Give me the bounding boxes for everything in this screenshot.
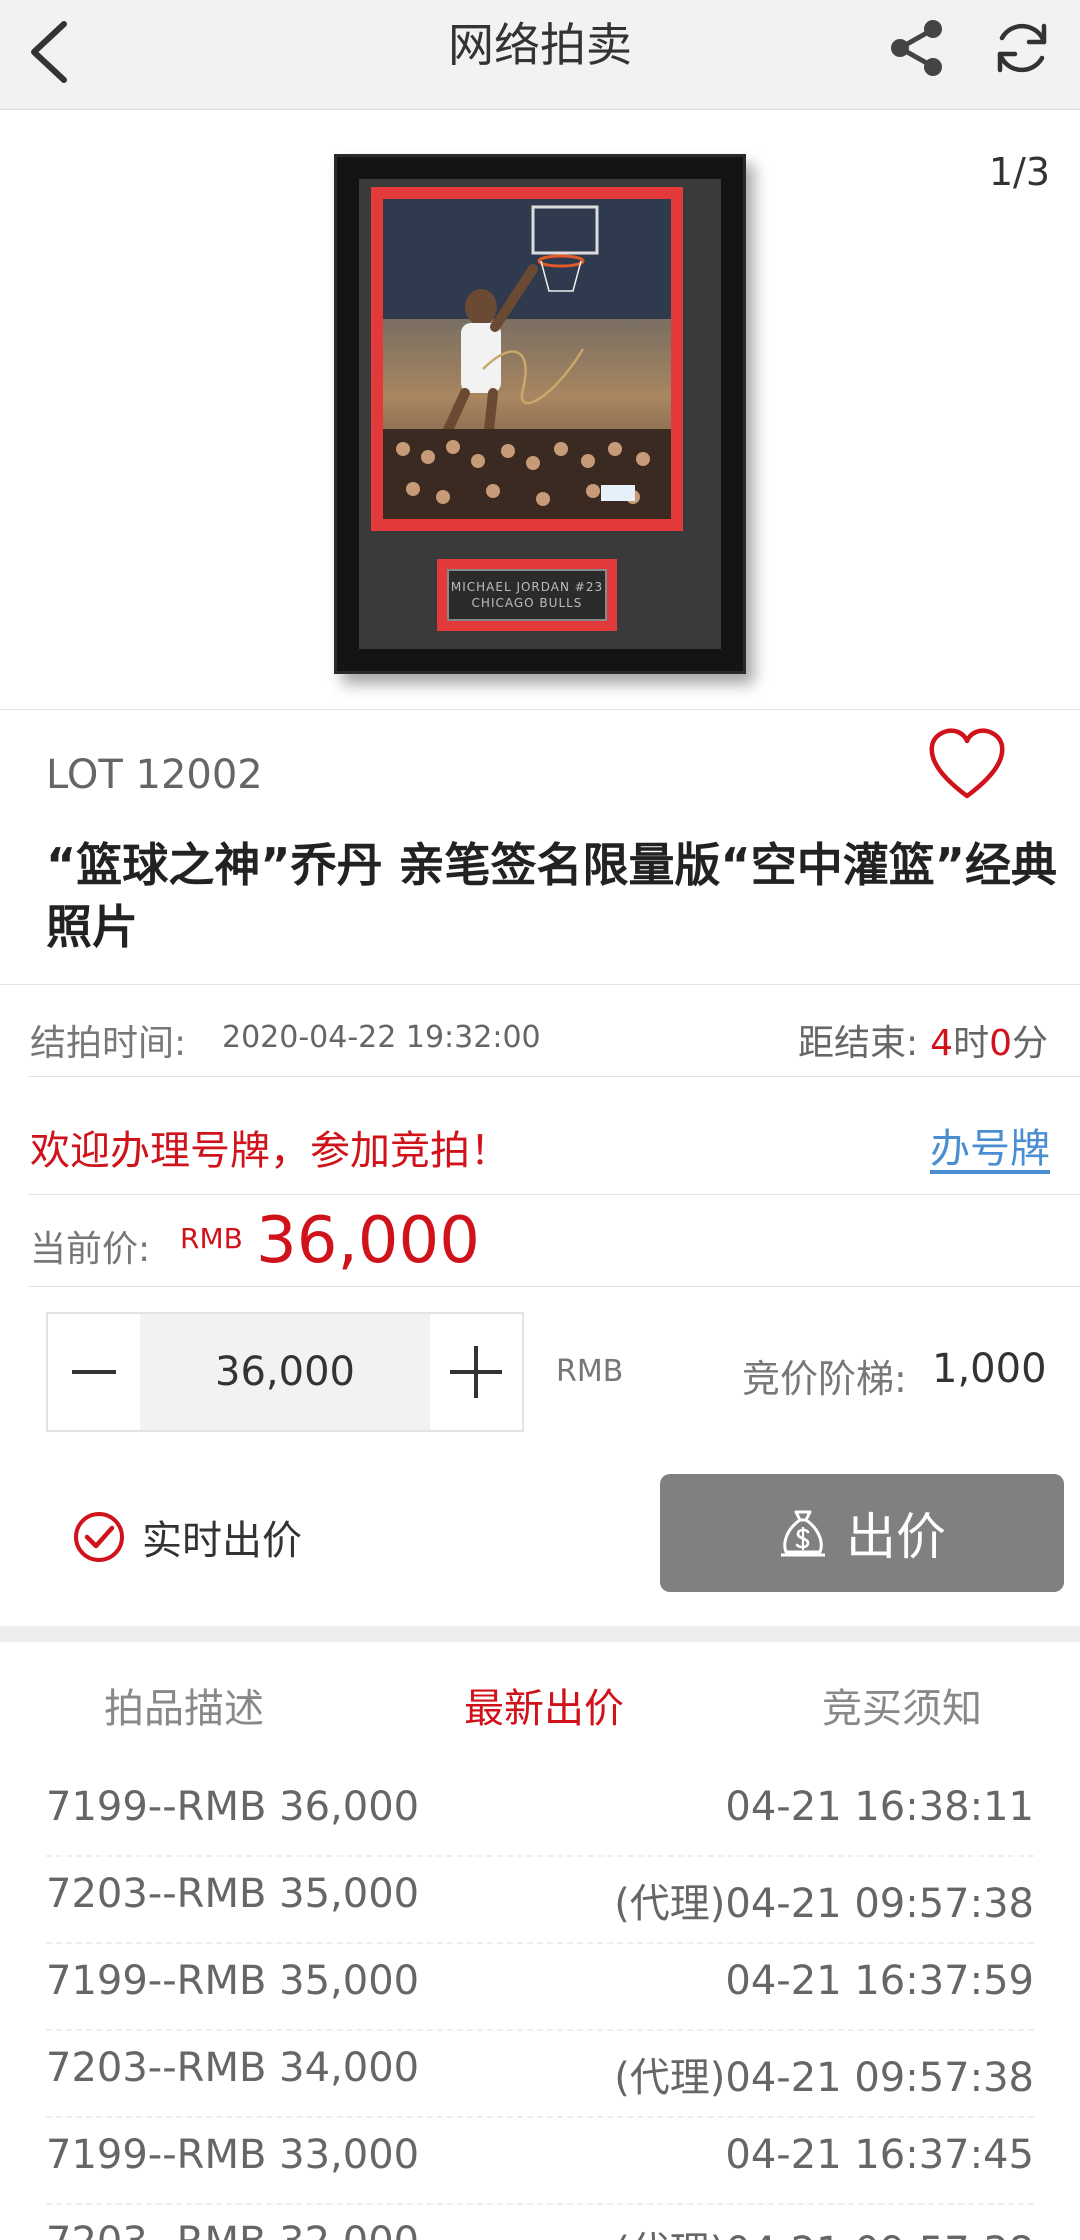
countdown-minutes-unit: 分	[1011, 1023, 1048, 1064]
share-button[interactable]	[880, 8, 954, 88]
bid-amount-stepper	[46, 1312, 524, 1432]
current-price-currency: RMB	[180, 1222, 243, 1255]
item-photo	[383, 199, 671, 519]
bid-row: 7203--RMB 35,000 (代理)04-21 09:57:38	[46, 1857, 1034, 1944]
bid-history-list: 7199--RMB 36,000 04-21 16:38:11 7203--RM…	[46, 1770, 1034, 2240]
bid-bidder-amount: 7203--RMB 35,000	[46, 1871, 420, 1917]
bid-row: 7199--RMB 35,000 04-21 16:37:59	[46, 1944, 1034, 2031]
bid-increment-value: 1,000	[932, 1346, 1047, 1392]
bid-row: 7199--RMB 36,000 04-21 16:38:11	[46, 1770, 1034, 1857]
divider	[28, 1076, 1080, 1077]
countdown-label: 距结束:	[798, 1023, 919, 1064]
bid-bidder-amount: 7199--RMB 33,000	[46, 2132, 420, 2178]
section-separator	[0, 1626, 1080, 1642]
tab-description[interactable]: 拍品描述	[4, 1676, 364, 1734]
heart-outline-icon	[929, 728, 1005, 799]
place-bid-button[interactable]: 出价	[660, 1474, 1064, 1592]
bid-bidder-amount: 7203--RMB 34,000	[46, 2045, 420, 2091]
bid-increment-label: 竞价阶梯:	[742, 1357, 907, 1401]
refresh-icon	[997, 23, 1047, 73]
realtime-bid-label: 实时出价	[142, 1518, 302, 1564]
decrease-bid-button[interactable]	[48, 1314, 140, 1430]
plaque-line2: CHICAGO BULLS	[471, 596, 583, 610]
tab-bidding-notice[interactable]: 竞买须知	[722, 1676, 1080, 1734]
bid-row: 7199--RMB 33,000 04-21 16:37:45	[46, 2118, 1034, 2205]
bid-row: 7203--RMB 34,000 (代理)04-21 09:57:38	[46, 2031, 1034, 2118]
bid-bidder-amount: 7199--RMB 35,000	[46, 1958, 420, 2004]
bid-bidder-amount: 7203--RMB 32,000	[46, 2219, 419, 2240]
plaque-border: MICHAEL JORDAN #23 CHICAGO BULLS	[437, 559, 617, 631]
countdown-hours: 4	[930, 1023, 954, 1064]
countdown-hours-unit: 时	[953, 1023, 990, 1064]
favorite-button[interactable]	[926, 726, 1008, 802]
bid-time: 04-21 16:37:59	[725, 1958, 1034, 2004]
register-paddle-link[interactable]: 办号牌	[930, 1116, 1050, 1174]
current-price-value: 36,000	[256, 1204, 480, 1278]
name-plaque: MICHAEL JORDAN #23 CHICAGO BULLS	[447, 569, 607, 621]
item-photo-frame[interactable]: MICHAEL JORDAN #23 CHICAGO BULLS	[334, 154, 746, 674]
bid-bidder-amount: 7199--RMB 36,000	[46, 1784, 420, 1830]
divider	[28, 1286, 1080, 1287]
check-circle-icon	[74, 1512, 124, 1562]
top-bar: 网络拍卖	[0, 0, 1080, 110]
plaque-line1: MICHAEL JORDAN #23	[450, 580, 604, 594]
end-time-label: 结拍时间:	[30, 1023, 187, 1064]
bid-time: 04-21 16:37:45	[725, 2132, 1034, 2178]
current-price-label: 当前价:	[30, 1229, 151, 1270]
place-bid-label: 出价	[846, 1508, 946, 1566]
bid-time: (代理)04-21 09:57:38	[614, 2219, 1034, 2240]
minus-icon	[72, 1370, 116, 1374]
bid-currency: RMB	[556, 1354, 624, 1389]
dunk-photo-art	[383, 199, 671, 519]
bid-time: (代理)04-21 09:57:38	[614, 1881, 1034, 1927]
bid-amount-input[interactable]	[140, 1314, 430, 1430]
divider	[28, 1194, 1080, 1195]
increase-bid-button[interactable]	[430, 1314, 522, 1430]
countdown: 距结束: 4时0分	[798, 1014, 1048, 1066]
image-gallery[interactable]: MICHAEL JORDAN #23 CHICAGO BULLS 1/3	[0, 110, 1080, 710]
realtime-bid-checkbox[interactable]: 实时出价	[72, 1508, 302, 1566]
lot-number: LOT 12002	[46, 752, 263, 798]
bid-time: 04-21 16:38:11	[725, 1784, 1034, 1830]
detail-tabs: 拍品描述 最新出价 竞买须知	[0, 1642, 1080, 1762]
share-icon	[891, 20, 942, 76]
bid-row: 7203--RMB 32,000 (代理)04-21 09:57:38	[46, 2205, 1034, 2240]
welcome-notice: 欢迎办理号牌，参加竞拍！	[30, 1128, 510, 1174]
divider	[0, 984, 1080, 985]
bid-time: (代理)04-21 09:57:38	[614, 2055, 1034, 2101]
refresh-button[interactable]	[985, 8, 1059, 88]
item-title: “篮球之神”乔丹 亲笔签名限量版“空中灌篮”经典照片	[46, 838, 1057, 954]
photo-border	[371, 187, 683, 531]
countdown-minutes: 0	[989, 1023, 1012, 1064]
image-counter: 1/3	[988, 150, 1050, 194]
money-bag-icon	[781, 1510, 825, 1557]
end-time-value: 2020-04-22 19:32:00	[222, 1020, 541, 1055]
plus-icon	[450, 1346, 502, 1398]
tab-latest-bids[interactable]: 最新出价	[364, 1676, 724, 1734]
